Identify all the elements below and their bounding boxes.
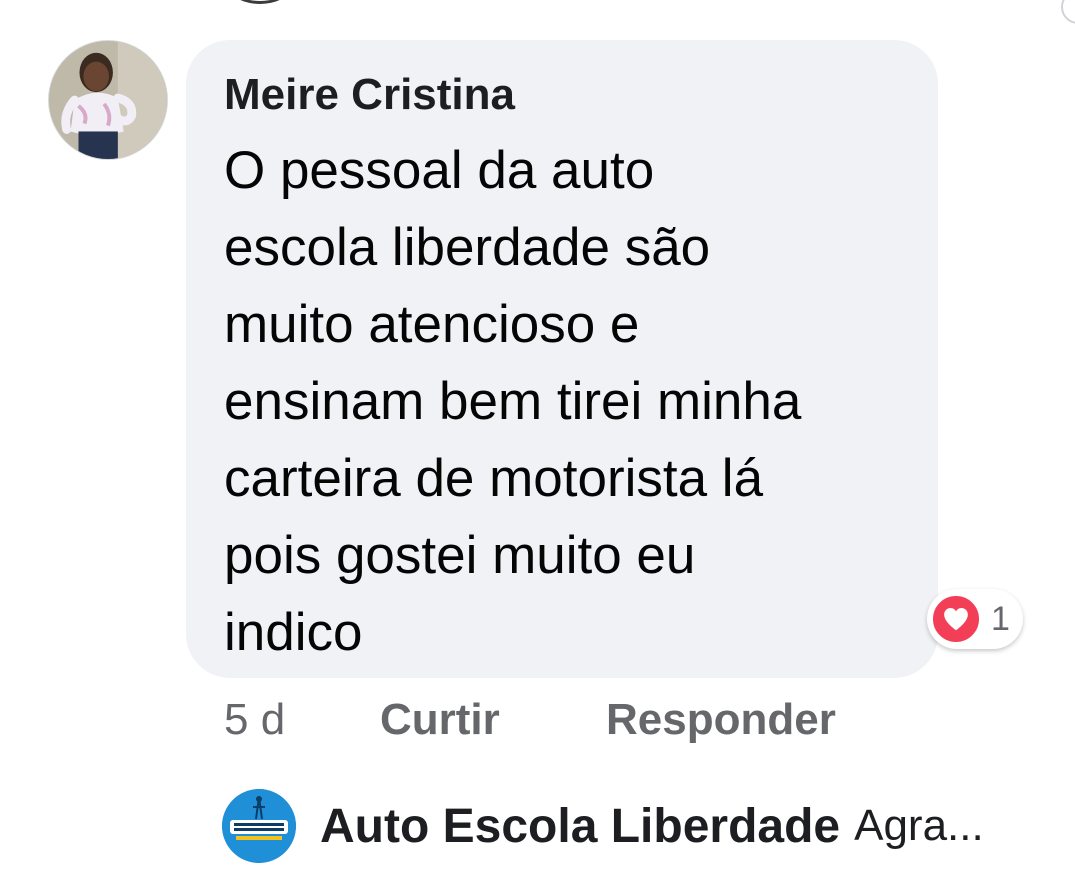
reply-button[interactable]: Responder — [606, 695, 836, 745]
comment-bubble[interactable]: Meire Cristina O pessoal da auto escola … — [186, 40, 938, 678]
like-button[interactable]: Curtir — [380, 695, 606, 745]
comment-text-line: escola liberdade são — [224, 218, 711, 277]
reaction-summary[interactable]: 1 — [927, 589, 1023, 649]
page-avatar[interactable] — [222, 789, 296, 863]
auto-escola-liberdade-logo — [222, 789, 296, 863]
comment-text-line: O pessoal da auto — [224, 141, 655, 200]
reply-preview-text: Agra... — [854, 801, 984, 850]
comment-text: O pessoal da auto escola liberdade são m… — [224, 132, 924, 671]
comment-timestamp[interactable]: 5 d — [224, 695, 380, 745]
heart-icon — [931, 594, 981, 644]
comment-author-name[interactable]: Meire Cristina — [224, 70, 515, 120]
scroll-edge-indicator — [1061, 0, 1075, 24]
commenter-avatar-image — [49, 41, 167, 159]
reply-author-name[interactable]: Auto Escola Liberdade — [320, 799, 840, 854]
comment-text-line: pois gostei muito eu — [224, 526, 696, 585]
reaction-count: 1 — [991, 599, 1010, 638]
comment-text-line: ensinam bem tirei minha — [224, 372, 802, 431]
comment-text-line: indico — [224, 603, 363, 662]
comment-actions: 5 d Curtir Responder — [224, 690, 836, 750]
commenter-avatar[interactable] — [48, 40, 168, 160]
previous-avatar-edge — [232, 0, 288, 4]
comment-text-line: muito atencioso e — [224, 295, 640, 354]
comment-text-line: carteira de motorista lá — [224, 449, 764, 508]
reply-preview-row[interactable]: Auto Escola Liberdade Agra... — [222, 788, 984, 864]
